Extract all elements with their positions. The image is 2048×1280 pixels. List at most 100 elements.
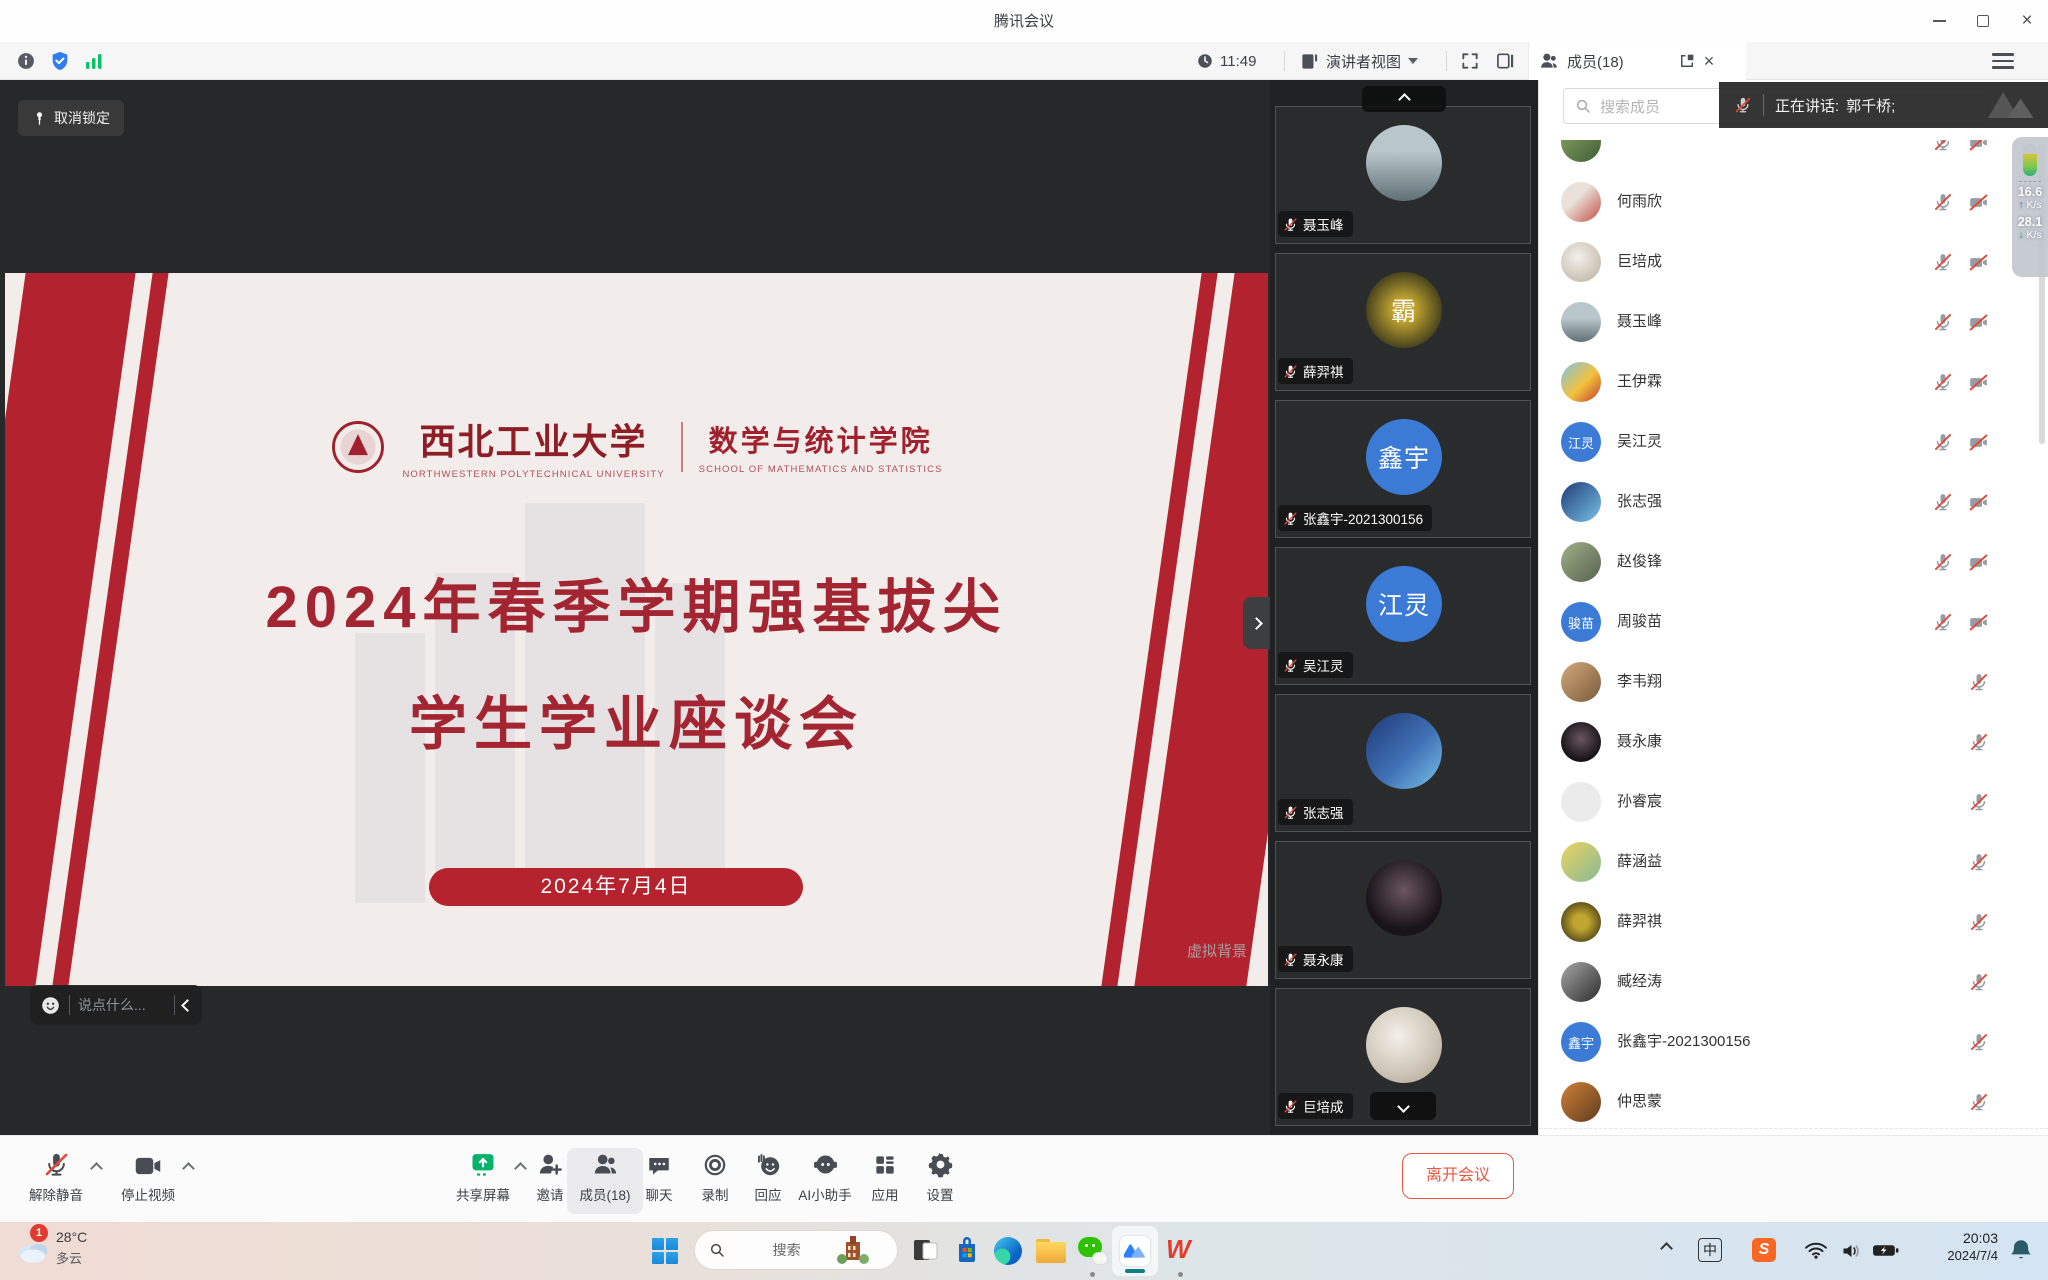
member-mic-muted-icon[interactable] xyxy=(1933,312,1953,332)
security-shield-icon[interactable] xyxy=(49,50,71,72)
taskbar-clock[interactable]: 20:03 2024/7/4 xyxy=(1920,1230,1998,1263)
member-row[interactable]: 聂永康 xyxy=(1539,712,2035,772)
member-avatar xyxy=(1561,542,1601,582)
member-row[interactable]: 臧经涛 xyxy=(1539,952,2035,1012)
member-mic-muted-icon[interactable] xyxy=(1969,1032,1989,1052)
member-row[interactable]: 赵俊锋 xyxy=(1539,532,2035,592)
edge-browser-button[interactable] xyxy=(994,1237,1022,1265)
member-camera-off-icon[interactable] xyxy=(1968,252,1989,273)
member-camera-off-icon[interactable] xyxy=(1968,612,1989,633)
member-mic-muted-icon[interactable] xyxy=(1933,492,1953,512)
member-name: 吴江灵 xyxy=(1617,412,1662,472)
member-row[interactable]: 聂玉峰 xyxy=(1539,292,2035,352)
member-mic-muted-icon[interactable] xyxy=(1969,672,1989,692)
notification-center-button[interactable] xyxy=(2008,1237,2034,1263)
tray-expand-button[interactable] xyxy=(1662,1244,1671,1253)
emoji-icon[interactable] xyxy=(40,995,61,1016)
mic-muted-icon xyxy=(1283,1099,1298,1114)
download-speed: 28.1 xyxy=(2018,215,2042,229)
unlock-pin-button[interactable]: 取消锁定 xyxy=(18,100,124,136)
sogou-input-button[interactable]: S xyxy=(1752,1238,1776,1262)
network-speed-monitor[interactable]: 16.6 ↑ K/s 28.1 ↓ K/s xyxy=(2012,137,2048,277)
fullscreen-button[interactable] xyxy=(1460,42,1480,80)
member-camera-off-icon[interactable] xyxy=(1968,192,1989,213)
member-row[interactable] xyxy=(1539,140,2035,172)
member-row[interactable]: 张志强 xyxy=(1539,472,2035,532)
search-highlight-image[interactable] xyxy=(836,1234,891,1266)
member-mic-muted-icon[interactable] xyxy=(1969,912,1989,932)
member-row[interactable]: 仲思蒙 xyxy=(1539,1072,2035,1128)
wps-office-button[interactable]: W xyxy=(1166,1234,1191,1265)
video-tile[interactable]: 张志强 xyxy=(1275,694,1531,832)
collapse-chat-icon[interactable] xyxy=(181,999,194,1012)
side-panel-toggle-button[interactable] xyxy=(1495,42,1515,80)
collapse-strip-button[interactable] xyxy=(1362,86,1446,112)
wechat-button[interactable] xyxy=(1078,1237,1108,1265)
member-row[interactable]: 骏苗 周骏苗 xyxy=(1539,592,2035,652)
start-button[interactable] xyxy=(652,1238,678,1264)
member-row[interactable]: 王伊霖 xyxy=(1539,352,2035,412)
member-row[interactable]: 鑫宇 张鑫宇-2021300156 xyxy=(1539,1012,2035,1072)
menu-hamburger-icon[interactable] xyxy=(1992,53,2014,69)
member-mic-muted-icon[interactable] xyxy=(1933,612,1953,632)
member-mic-muted-icon[interactable] xyxy=(1933,192,1953,212)
scroll-strip-down-button[interactable] xyxy=(1370,1092,1436,1120)
window-close-button[interactable]: × xyxy=(2010,8,2044,34)
member-row[interactable]: 薛羿祺 xyxy=(1539,892,2035,952)
popout-panel-icon[interactable] xyxy=(1678,52,1696,70)
leave-meeting-button[interactable]: 离开会议 xyxy=(1402,1153,1514,1199)
window-maximize-button[interactable] xyxy=(1966,8,2000,34)
window-minimize-button[interactable] xyxy=(1922,8,1956,34)
member-camera-off-icon[interactable] xyxy=(1968,492,1989,513)
member-row[interactable]: 孙睿宸 xyxy=(1539,772,2035,832)
file-explorer-button[interactable] xyxy=(1036,1239,1066,1263)
microsoft-store-button[interactable] xyxy=(952,1235,982,1265)
member-mic-muted-icon[interactable] xyxy=(1969,972,1989,992)
tencent-meeting-taskbar-button[interactable] xyxy=(1112,1226,1158,1276)
settings-button[interactable]: 设置 xyxy=(902,1148,978,1214)
member-camera-off-icon[interactable] xyxy=(1968,372,1989,393)
member-row[interactable]: 李韦翔 xyxy=(1539,652,2035,712)
close-panel-icon[interactable]: × xyxy=(1704,51,1715,72)
member-row[interactable]: 江灵 吴江灵 xyxy=(1539,412,2035,472)
video-tile[interactable]: 霸 薛羿祺 xyxy=(1275,253,1531,391)
member-row[interactable]: 何雨欣 xyxy=(1539,172,2035,232)
members-panel-tab[interactable]: 成员(18) × xyxy=(1528,42,1746,80)
battery-status[interactable] xyxy=(1872,1243,1899,1258)
view-mode-selector[interactable]: 演讲者视图 xyxy=(1300,42,1418,80)
member-mic-muted-icon[interactable] xyxy=(1933,252,1953,272)
chat-input-placeholder[interactable]: 说点什么... xyxy=(78,995,166,1015)
member-mic-muted-icon[interactable] xyxy=(1969,1092,1989,1112)
member-camera-off-icon[interactable] xyxy=(1968,140,1989,153)
task-view-button[interactable] xyxy=(912,1236,940,1264)
member-mic-muted-icon[interactable] xyxy=(1969,792,1989,812)
member-mic-muted-icon[interactable] xyxy=(1933,552,1953,572)
mic-muted-icon xyxy=(18,1148,94,1178)
volume-status[interactable] xyxy=(1840,1242,1863,1260)
video-tile[interactable]: 聂永康 xyxy=(1275,841,1531,979)
member-camera-off-icon[interactable] xyxy=(1968,552,1989,573)
member-mic-muted-icon[interactable] xyxy=(1933,372,1953,392)
member-mic-muted-icon[interactable] xyxy=(1969,852,1989,872)
ime-indicator[interactable]: 中 xyxy=(1698,1238,1722,1262)
meeting-info-icon[interactable] xyxy=(16,51,36,71)
member-mic-muted-icon[interactable] xyxy=(1933,140,1953,152)
share-screen-button[interactable]: 共享屏幕 xyxy=(445,1148,521,1214)
member-camera-off-icon[interactable] xyxy=(1968,312,1989,333)
video-tile[interactable]: 鑫宇 张鑫宇-2021300156 xyxy=(1275,400,1531,538)
unmute-mic-button[interactable]: 解除静音 xyxy=(18,1148,94,1214)
member-mic-muted-icon[interactable] xyxy=(1933,432,1953,452)
video-tile[interactable]: 江灵 吴江灵 xyxy=(1275,547,1531,685)
quick-chat-input[interactable]: 说点什么... xyxy=(30,985,202,1025)
member-row[interactable]: 薛涵益 xyxy=(1539,832,2035,892)
video-tile[interactable]: 聂玉峰 xyxy=(1275,106,1531,244)
expand-thumbnails-button[interactable] xyxy=(1243,597,1270,649)
member-row[interactable]: 巨培成 xyxy=(1539,232,2035,292)
stop-video-button[interactable]: 停止视频 xyxy=(110,1148,186,1214)
wifi-status[interactable] xyxy=(1804,1241,1828,1260)
taskbar-search-input[interactable]: 搜索 xyxy=(694,1230,898,1270)
network-signal-icon[interactable] xyxy=(84,52,104,70)
member-camera-off-icon[interactable] xyxy=(1968,432,1989,453)
panel-footer-divider xyxy=(1539,1128,2048,1129)
member-mic-muted-icon[interactable] xyxy=(1969,732,1989,752)
